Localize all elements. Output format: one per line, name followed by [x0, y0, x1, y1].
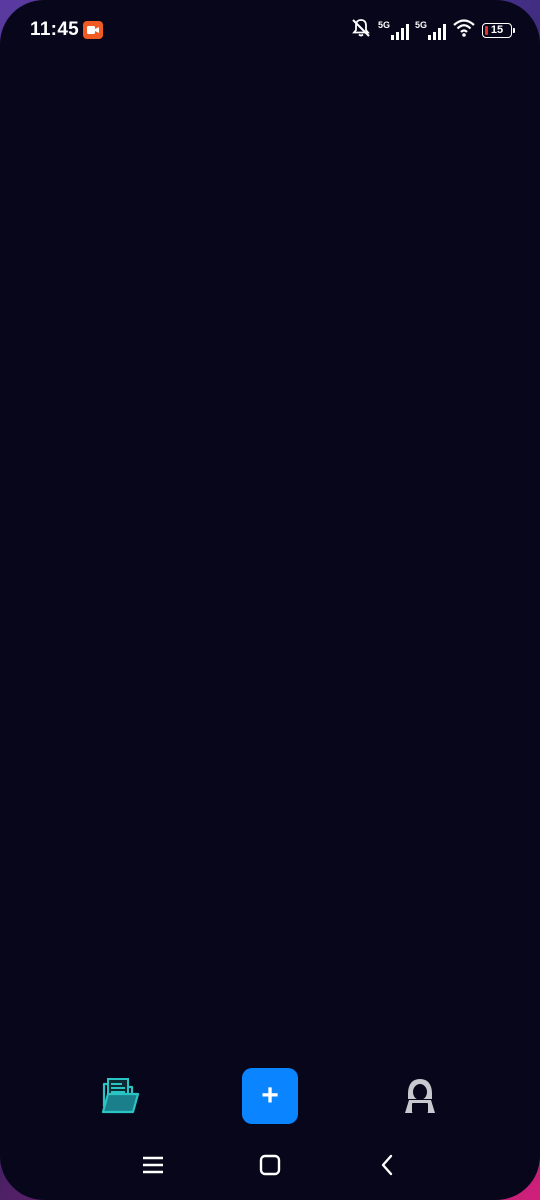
files-button[interactable]: [100, 1076, 142, 1116]
signal-5g-icon: 5G: [415, 20, 446, 40]
status-bar: 11:45 5G 5G 15: [0, 0, 540, 60]
add-label: +: [261, 1079, 279, 1112]
menu-icon[interactable]: [140, 1152, 166, 1178]
status-time: 11:45: [30, 19, 80, 40]
mute-bell-icon: [350, 17, 372, 44]
wifi-icon: [452, 18, 476, 43]
screen-record-icon: [83, 21, 103, 39]
battery-percent: 15: [490, 24, 504, 36]
home-icon[interactable]: [257, 1152, 283, 1178]
network-type-label: 5G: [377, 20, 390, 30]
back-icon[interactable]: [375, 1152, 401, 1178]
bottom-nav: +: [0, 1064, 540, 1128]
hacker-avatar-icon: [400, 1079, 440, 1120]
status-icons: 5G 5G 15: [350, 17, 515, 44]
main-content: [0, 60, 540, 1060]
folder-icon: [100, 1078, 142, 1120]
profile-button[interactable]: [400, 1076, 440, 1116]
signal-5g-icon: 5G: [378, 20, 409, 40]
add-button[interactable]: +: [242, 1068, 298, 1124]
phone-screen: 11:45 5G 5G 15 +: [0, 0, 540, 1200]
battery-level-fill: [485, 25, 488, 35]
system-nav-bar: [0, 1140, 540, 1190]
battery-icon: 15: [482, 22, 515, 38]
network-type-label: 5G: [414, 20, 427, 30]
